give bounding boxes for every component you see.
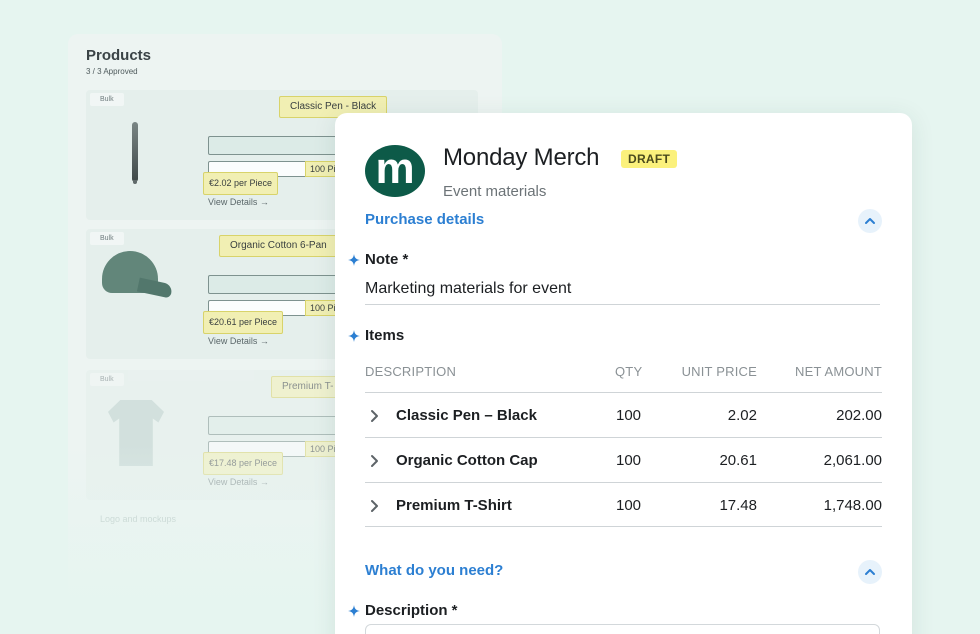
- ai-sparkle-icon: [348, 254, 360, 266]
- ai-sparkle-icon: [348, 330, 360, 342]
- item-unit-price: 17.48: [719, 497, 757, 514]
- items-label: Items: [365, 327, 405, 344]
- order-card: m Monday Merch DRAFT Event materials Pur…: [335, 113, 912, 634]
- price-per-piece: €2.02 per Piece: [203, 172, 279, 195]
- logo-letter: m: [375, 144, 415, 193]
- bulk-tag: Bulk: [90, 232, 124, 245]
- pen-image: [132, 122, 138, 184]
- brand-logo: m: [365, 145, 425, 197]
- column-header-net-amount: NET AMOUNT: [795, 364, 882, 379]
- item-description: Classic Pen – Black: [396, 407, 537, 424]
- chevron-right-icon[interactable]: [370, 454, 379, 468]
- chevron-right-icon[interactable]: [370, 409, 379, 423]
- product-name: Premium T-: [271, 376, 345, 398]
- item-qty: 100: [616, 407, 642, 424]
- cap-brim-shape: [136, 277, 174, 299]
- item-net-amount: 1,748.00: [823, 497, 882, 514]
- item-unit-price: 2.02: [727, 407, 757, 424]
- order-title: Monday Merch: [443, 144, 600, 171]
- note-input[interactable]: Marketing materials for event: [365, 280, 571, 298]
- column-header-description: DESCRIPTION: [365, 364, 457, 379]
- note-label: Note *: [365, 251, 409, 268]
- chevron-right-icon[interactable]: [370, 499, 379, 513]
- table-row[interactable]: Organic Cotton Cap 100 20.61 2,061.00: [365, 438, 882, 483]
- order-subtitle: Event materials: [443, 183, 547, 200]
- description-input[interactable]: [365, 624, 880, 634]
- column-header-qty: QTY: [615, 364, 643, 379]
- price-per-piece: €17.48 per Piece: [203, 452, 284, 475]
- status-badge: DRAFT: [621, 150, 678, 168]
- view-details-link[interactable]: View Details →: [208, 477, 269, 487]
- item-qty: 100: [616, 497, 642, 514]
- product-name: Organic Cotton 6-Pan: [219, 235, 338, 257]
- chevron-up-icon: [865, 569, 875, 575]
- collapse-needs-button[interactable]: [858, 560, 882, 584]
- note-underline: [365, 304, 880, 305]
- view-details-link[interactable]: View Details →: [208, 197, 269, 207]
- what-do-you-need-header[interactable]: What do you need?: [365, 562, 503, 579]
- item-unit-price: 20.61: [719, 452, 757, 469]
- logo-mockups-label: Logo and mockups: [100, 514, 177, 524]
- approved-count: 3 / 3 Approved: [86, 67, 138, 76]
- price-per-piece: €20.61 per Piece: [203, 311, 284, 334]
- view-details-link[interactable]: View Details →: [208, 336, 269, 346]
- item-description: Organic Cotton Cap: [396, 452, 538, 469]
- bulk-tag: Bulk: [90, 93, 124, 106]
- ai-sparkle-icon: [348, 605, 360, 617]
- collapse-purchase-details-button[interactable]: [858, 209, 882, 233]
- table-row[interactable]: Premium T-Shirt 100 17.48 1,748.00: [365, 483, 882, 528]
- item-description: Premium T-Shirt: [396, 497, 512, 514]
- bulk-tag: Bulk: [90, 373, 124, 386]
- item-net-amount: 2,061.00: [823, 452, 882, 469]
- item-net-amount: 202.00: [836, 407, 882, 424]
- products-title: Products: [86, 47, 152, 64]
- column-header-unit-price: UNIT PRICE: [681, 364, 757, 379]
- table-row[interactable]: Classic Pen – Black 100 2.02 202.00: [365, 393, 882, 438]
- purchase-details-header[interactable]: Purchase details: [365, 211, 484, 228]
- item-qty: 100: [616, 452, 642, 469]
- chevron-up-icon: [865, 218, 875, 224]
- description-label: Description *: [365, 602, 458, 619]
- tshirt-image: [108, 400, 164, 466]
- table-divider: [365, 526, 882, 527]
